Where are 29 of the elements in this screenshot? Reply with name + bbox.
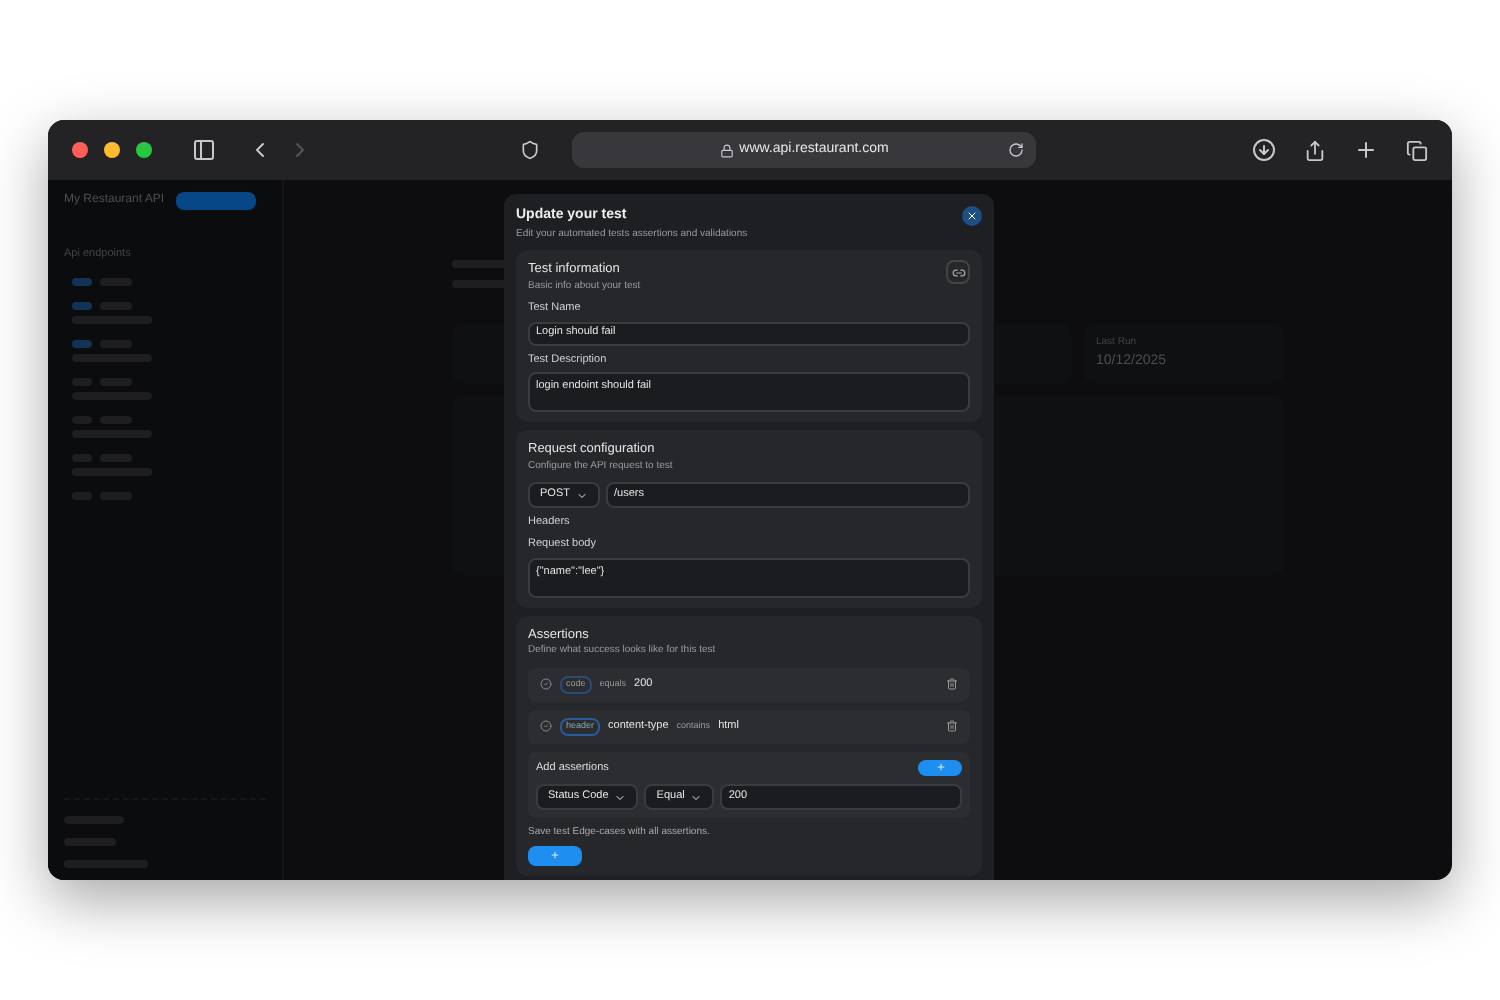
save-button[interactable] <box>528 845 582 865</box>
sidebar-toggle-icon[interactable] <box>192 138 216 162</box>
trash-icon <box>946 678 958 691</box>
new-tab-icon[interactable] <box>1354 138 1378 162</box>
check-circle-icon <box>540 720 552 733</box>
link-button[interactable] <box>946 260 970 284</box>
download-icon[interactable] <box>1252 138 1276 162</box>
blurred-text-bar <box>72 278 92 287</box>
trash-icon <box>946 720 958 733</box>
chevron-down-icon <box>614 791 627 803</box>
delete-button[interactable] <box>946 678 958 691</box>
reload-icon[interactable] <box>1008 142 1024 158</box>
close-button[interactable] <box>962 206 982 226</box>
delete-button[interactable] <box>946 720 958 733</box>
check-circle-icon <box>540 678 552 691</box>
chevron-down-icon <box>575 489 588 501</box>
add-button[interactable] <box>918 759 962 776</box>
blurred-text-bar <box>72 340 92 349</box>
plus-icon <box>550 850 560 860</box>
lock-icon <box>719 143 734 157</box>
close-icon <box>966 210 978 222</box>
shield-icon[interactable] <box>520 140 540 160</box>
chevron-down-icon <box>690 791 703 803</box>
plus-icon <box>935 762 945 773</box>
tabs-overview-icon[interactable] <box>1406 139 1428 161</box>
share-icon[interactable] <box>1304 139 1326 161</box>
link-icon <box>951 265 965 279</box>
blurred-text-bar <box>72 302 92 311</box>
environment-badge <box>176 192 257 210</box>
